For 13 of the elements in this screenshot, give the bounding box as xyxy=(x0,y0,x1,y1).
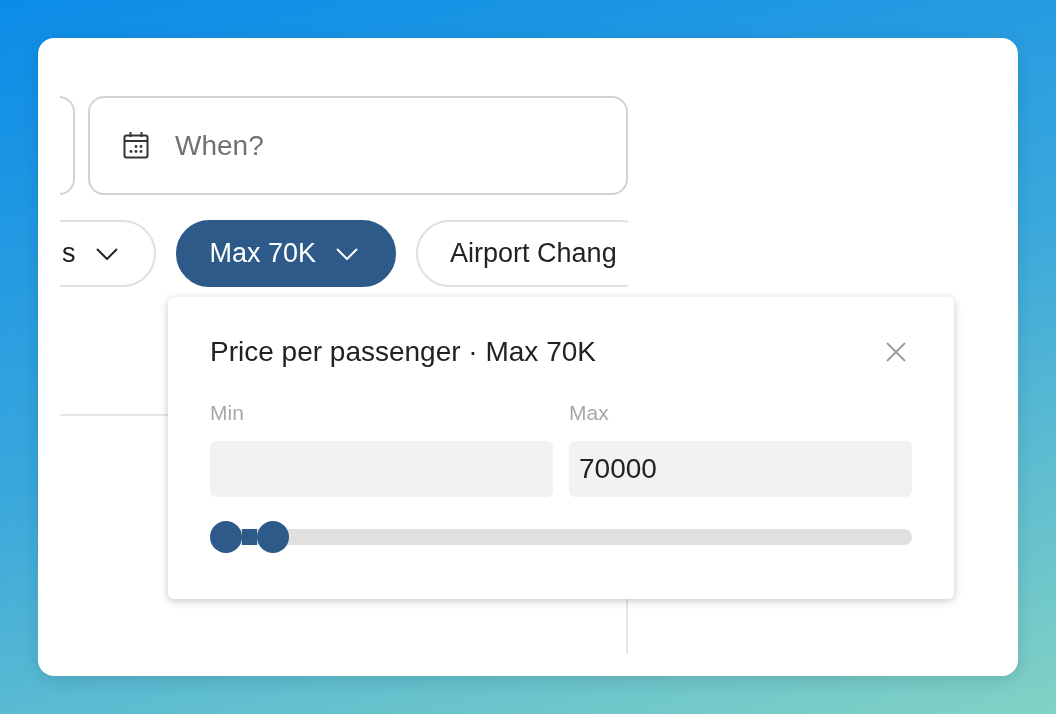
filter-chip[interactable]: s xyxy=(60,220,156,287)
slider-handle[interactable] xyxy=(210,521,242,553)
date-field[interactable]: When? xyxy=(88,96,628,195)
field-label: Max xyxy=(569,400,609,426)
filter-chip[interactable]: Max 70K xyxy=(175,220,397,287)
filter-chip[interactable]: Airport Chang xyxy=(416,220,628,287)
close-icon[interactable] xyxy=(886,342,906,362)
slider-handle[interactable] xyxy=(256,521,289,553)
popover-title: Price per passenger · Max 70K xyxy=(210,335,596,369)
calendar-icon xyxy=(122,131,150,159)
price-input[interactable]: 70000 xyxy=(569,441,912,497)
price-slider-track[interactable] xyxy=(210,521,912,553)
field-label: Min xyxy=(210,400,244,426)
